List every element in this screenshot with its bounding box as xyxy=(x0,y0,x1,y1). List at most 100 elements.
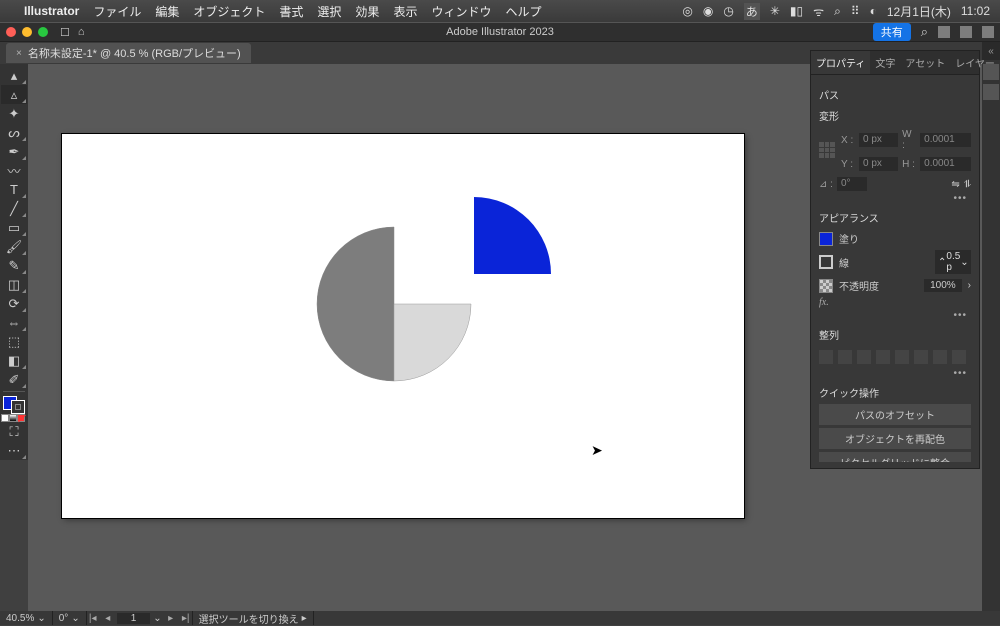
spotlight-icon[interactable]: ⌕ xyxy=(834,4,841,19)
clock-icon[interactable]: ◷ xyxy=(723,4,733,18)
battery-icon[interactable]: ▮▯ xyxy=(790,4,803,18)
close-tab-icon[interactable]: × xyxy=(16,48,22,59)
pen-tool[interactable]: ✒ xyxy=(1,142,27,161)
type-tool[interactable]: T xyxy=(1,180,27,199)
panel-toggle-icon[interactable] xyxy=(982,26,994,38)
share-button[interactable]: 共有 xyxy=(873,23,911,41)
offset-path-button[interactable]: パスのオフセット xyxy=(819,404,971,425)
rec-icon[interactable]: ◎ xyxy=(682,4,692,18)
pie-slice-a[interactable] xyxy=(317,227,394,381)
paintbrush-tool[interactable]: 🖌 xyxy=(1,237,27,256)
last-artboard-icon[interactable]: ▸| xyxy=(180,613,192,624)
pixel-align-button[interactable]: ピクセルグリッドに整合 xyxy=(819,452,971,462)
y-input[interactable]: 0 px xyxy=(859,157,898,171)
menu-effect[interactable]: 効果 xyxy=(355,3,379,20)
line-tool[interactable]: ╱ xyxy=(1,199,27,218)
rotate-tool[interactable]: ⟳ xyxy=(1,294,27,313)
align-more-icon[interactable]: ••• xyxy=(819,368,971,379)
stroke-weight-input[interactable]: ⌃0.5 p⌄ xyxy=(935,250,971,274)
menu-view[interactable]: 表示 xyxy=(393,3,417,20)
menu-select[interactable]: 選択 xyxy=(317,3,341,20)
workspace-switch-icon[interactable] xyxy=(938,26,950,38)
x-input[interactable]: 0 px xyxy=(859,133,898,147)
ime-icon[interactable]: あ xyxy=(744,3,760,20)
pie-chart[interactable] xyxy=(62,134,744,518)
stroke-swatch[interactable] xyxy=(819,255,833,269)
fx-label[interactable]: fx. xyxy=(819,295,971,310)
menu-object[interactable]: オブジェクト xyxy=(193,3,265,20)
zoom-dropdown[interactable]: 40.5%⌄ xyxy=(0,611,53,625)
direct-selection-tool[interactable]: ▵ xyxy=(1,85,27,104)
first-artboard-icon[interactable]: |◂ xyxy=(87,613,99,624)
next-artboard-icon[interactable]: ▸ xyxy=(165,613,177,624)
selection-tool[interactable]: ▴ xyxy=(1,66,27,85)
artboard[interactable] xyxy=(62,134,744,518)
menu-window[interactable]: ウィンドウ xyxy=(431,3,491,20)
color-mode-icons[interactable] xyxy=(1,414,27,422)
home-icon[interactable]: ⌂ xyxy=(78,26,85,39)
tab-layers[interactable]: レイヤー xyxy=(950,51,1000,74)
align-hcenter-icon[interactable] xyxy=(838,350,852,364)
collapsed-panel-dock[interactable] xyxy=(982,60,1000,611)
h-input[interactable]: 0.0001 xyxy=(920,157,971,171)
artboard-number-input[interactable]: 1 xyxy=(117,613,151,624)
shape-builder-tool[interactable]: ◧ xyxy=(1,351,27,370)
siri-icon[interactable]: ◐ xyxy=(870,4,877,18)
tab-assets[interactable]: アセット xyxy=(900,51,950,74)
distribute-v-icon[interactable] xyxy=(952,350,966,364)
reference-point-icon[interactable] xyxy=(819,142,835,158)
tab-character[interactable]: 文字 xyxy=(870,51,900,74)
app-name[interactable]: Illustrator xyxy=(24,4,79,18)
opacity-input[interactable]: 100% xyxy=(924,279,962,292)
fill-swatch[interactable] xyxy=(819,232,833,246)
eraser-tool[interactable]: ◫ xyxy=(1,275,27,294)
align-top-icon[interactable] xyxy=(876,350,890,364)
color-none-icon[interactable] xyxy=(17,414,25,422)
menu-type[interactable]: 書式 xyxy=(279,3,303,20)
stroke-color-icon[interactable] xyxy=(11,400,25,414)
w-input[interactable]: 0.0001 xyxy=(920,133,971,147)
lasso-tool[interactable]: ᔕ xyxy=(1,123,27,142)
flip-h-icon[interactable]: ⇋ xyxy=(951,179,959,190)
menu-file[interactable]: ファイル xyxy=(93,3,141,20)
menu-edit[interactable]: 編集 xyxy=(155,3,179,20)
recolor-button[interactable]: オブジェクトを再配色 xyxy=(819,428,971,449)
screen-mode-tool[interactable]: ⛶ xyxy=(1,422,27,441)
curvature-tool[interactable]: 〰 xyxy=(1,161,27,180)
control-center-icon[interactable]: ⠿ xyxy=(851,4,860,18)
rotate-dropdown[interactable]: 0°⌄ xyxy=(53,611,87,625)
prev-artboard-icon[interactable]: ◂ xyxy=(102,613,114,624)
cloud-doc-icon[interactable]: ☐ xyxy=(60,26,70,39)
window-controls[interactable] xyxy=(6,27,48,37)
eyedropper-tool[interactable]: ✐ xyxy=(1,370,27,389)
status-tool-hint[interactable]: 選択ツールを切り換え▸ xyxy=(193,611,314,625)
pie-slice-c[interactable] xyxy=(474,197,551,274)
align-bottom-icon[interactable] xyxy=(914,350,928,364)
edit-toolbar-icon[interactable]: ⋯ xyxy=(1,441,27,460)
flip-v-icon[interactable]: ⥮ xyxy=(964,179,971,190)
wifi-icon[interactable]: ᯤ xyxy=(813,3,824,20)
opacity-swatch[interactable] xyxy=(819,279,833,293)
magic-wand-tool[interactable]: ✦ xyxy=(1,104,27,123)
opacity-chevron-icon[interactable]: › xyxy=(968,280,971,291)
chevron-down-icon[interactable]: ⌄ xyxy=(153,613,161,624)
align-vcenter-icon[interactable] xyxy=(895,350,909,364)
free-transform-tool[interactable]: ⬚ xyxy=(1,332,27,351)
fullscreen-window-icon[interactable] xyxy=(38,27,48,37)
line-icon[interactable]: ◉ xyxy=(703,4,713,18)
angle-input[interactable]: 0° xyxy=(837,177,867,191)
pie-slice-b[interactable] xyxy=(394,304,471,381)
shaper-tool[interactable]: ✎ xyxy=(1,256,27,275)
menu-help[interactable]: ヘルプ xyxy=(505,3,541,20)
menubar-date[interactable]: 12月1日(木) xyxy=(887,3,951,20)
rectangle-tool[interactable]: ▭ xyxy=(1,218,27,237)
transform-more-icon[interactable]: ••• xyxy=(819,193,971,204)
color-gradient-icon[interactable] xyxy=(9,414,17,422)
tab-properties[interactable]: プロパティ xyxy=(811,51,870,74)
width-tool[interactable]: ⇔ xyxy=(1,313,27,332)
arrange-docs-icon[interactable] xyxy=(960,26,972,38)
close-window-icon[interactable] xyxy=(6,27,16,37)
distribute-h-icon[interactable] xyxy=(933,350,947,364)
fill-stroke-swatch[interactable] xyxy=(3,396,25,414)
align-left-icon[interactable] xyxy=(819,350,833,364)
